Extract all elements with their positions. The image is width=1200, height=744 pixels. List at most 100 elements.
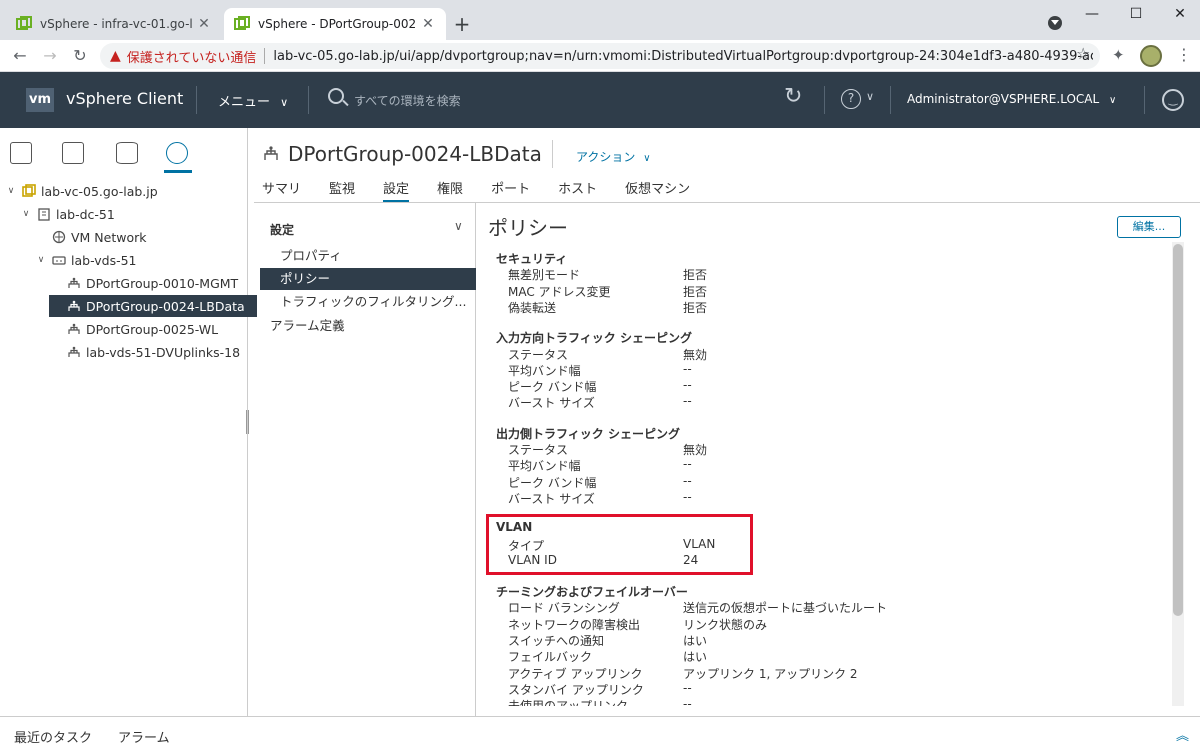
settings-item-properties[interactable]: プロパティ [260,245,476,267]
policy-property-value: 拒否 [683,268,708,283]
object-tab[interactable]: サマリ [262,178,301,202]
policy-property-value: -- [683,697,692,706]
browser-menu-icon[interactable]: ⋮ [1176,45,1192,64]
browser-tab-dportgroup[interactable]: vSphere - DPortGroup-0024-LBD ✕ [224,8,446,40]
policy-property-label: 無差別モード [508,268,581,283]
vsphere-favicon-icon [16,16,32,30]
help-icon[interactable]: ? [841,89,861,109]
policy-section-title: セキュリティ [496,252,568,266]
settings-item-policies[interactable]: ポリシー [260,268,476,290]
bottom-panel-bar: 最近のタスク アラーム ︽ [0,716,1200,744]
expand-panel-icon[interactable]: ︽ [1176,725,1189,744]
recent-tasks-tab[interactable]: 最近のタスク [14,727,92,744]
tree-node[interactable]: ∨ lab-vc-05.go-lab.jp [4,180,158,202]
datacenter-icon [38,208,50,221]
edit-button[interactable]: 編集... [1117,216,1181,238]
storage-icon[interactable] [116,142,138,164]
close-window-button[interactable]: ✕ [1170,6,1190,22]
selected-tab-indicator [164,170,192,173]
divider [196,86,197,114]
policy-property-label: フェイルバック [508,650,593,665]
policy-property-value: 送信元の仮想ポートに基づいたルート [683,601,888,616]
feedback-smiley-icon[interactable]: ‿ [1162,89,1184,111]
settings-item-traffic-filtering[interactable]: トラフィックのフィルタリング... [260,291,476,313]
back-arrow-icon[interactable]: ← [8,44,32,68]
hosts-clusters-icon[interactable] [10,142,32,164]
object-tab[interactable]: 設定 [383,178,410,203]
policy-property-label: スタンバイ アップリンク [508,682,644,697]
chevron-down-icon: ∨ [643,153,651,164]
policy-property-label: ステータス [508,443,569,457]
close-tab-icon[interactable]: ✕ [420,16,436,32]
tree-twisty-icon[interactable]: ∨ [19,209,33,219]
browser-tab-infra-vc[interactable]: vSphere - infra-vc-01.go-lab.jp - ✕ [6,8,222,40]
tab-search-icon[interactable] [1048,16,1062,30]
alarms-tab[interactable]: アラーム [118,727,170,744]
object-tab[interactable]: 監視 [329,178,355,202]
inventory-navigator: ∨ lab-vc-05.go-lab.jp ∨ lab-dc-51 VM Network… [0,128,257,716]
tree-node[interactable]: lab-vds-51-DVUplinks-18 [49,341,240,363]
portgroup-icon [264,146,278,160]
vm-logo: vm [26,88,54,112]
tree-node[interactable]: DPortGroup-0024-LBData [49,295,257,317]
profile-avatar[interactable] [1140,45,1162,67]
policy-property-value: 無効 [683,347,708,362]
policy-property-label: スイッチへの通知 [508,634,605,648]
divider [824,86,825,114]
policy-property-value: -- [683,378,692,393]
bookmark-star-icon[interactable]: ☆ [1076,44,1090,63]
divider [552,140,553,168]
maximize-button[interactable]: ☐ [1126,6,1146,22]
chevron-down-icon[interactable]: ∨ [454,219,463,233]
settings-item-alarm-definitions[interactable]: アラーム定義 [260,315,476,337]
policy-section-title: チーミングおよびフェイルオーバー [496,585,688,600]
global-search-input[interactable]: すべての環境を検索 [354,92,461,109]
tree-node[interactable]: VM Network [34,226,147,248]
policy-property-label: 平均バンド幅 [508,459,581,474]
not-secure-label[interactable]: 保護されていない通信 [127,47,257,66]
tree-node-label: lab-vc-05.go-lab.jp [41,183,158,199]
tree-node[interactable]: DPortGroup-0010-MGMT [49,272,238,294]
policy-property-label: バースト サイズ [508,491,595,506]
policy-property-label: MAC アドレス変更 [508,284,611,299]
vms-templates-icon[interactable] [62,142,84,164]
networking-icon[interactable] [166,142,188,164]
refresh-icon[interactable]: ↻ [784,84,802,109]
minimize-button[interactable]: — [1082,6,1102,22]
inventory-tree: ∨ lab-vc-05.go-lab.jp ∨ lab-dc-51 VM Network… [0,174,257,360]
policy-property-label: 未使用のアップリンク [508,697,628,706]
object-tab[interactable]: 仮想マシン [625,178,690,202]
reload-icon[interactable]: ↻ [68,44,92,68]
object-title: DPortGroup-0024-LBData [262,142,542,166]
pane-resize-handle[interactable] [246,410,249,434]
extensions-puzzle-icon[interactable]: ✦ [1112,46,1125,64]
tree-node[interactable]: ∨ lab-vds-51 [34,249,137,271]
warning-icon[interactable]: ▲ [110,48,121,64]
tree-node[interactable]: ∨ lab-dc-51 [19,203,115,225]
menu-dropdown[interactable]: メニュー ∨ [218,91,288,110]
settings-group-header[interactable]: 設定 [270,221,294,238]
forward-arrow-icon[interactable]: → [38,44,62,68]
policy-property-value: アップリンク 1, アップリンク 2 [683,666,858,681]
user-menu[interactable]: Administrator@VSPHERE.LOCAL ∨ [907,92,1116,106]
chevron-down-icon[interactable]: ∨ [866,90,874,103]
url-text[interactable]: lab-vc-05.go-lab.jp/ui/app/dvportgroup;n… [273,49,1093,64]
object-tab[interactable]: ポート [491,178,530,202]
url-field[interactable]: ▲ 保護されていない通信 lab-vc-05.go-lab.jp/ui/app/… [100,43,1100,69]
close-tab-icon[interactable]: ✕ [196,16,212,32]
policies-title: ポリシー [488,216,568,240]
new-tab-button[interactable]: + [452,12,472,36]
tree-twisty-icon[interactable]: ∨ [4,186,18,196]
app-title[interactable]: vSphere Client [66,89,183,108]
policy-property-value: -- [683,361,692,376]
object-tabs: サマリ 監視 設定 権限 ポート ホスト 仮想マシン [262,178,718,203]
tree-node[interactable]: DPortGroup-0025-WL [49,318,218,340]
scrollbar-thumb[interactable] [1173,244,1183,616]
address-bar: ← → ↻ ▲ 保護されていない通信 lab-vc-05.go-lab.jp/u… [0,40,1200,72]
tree-twisty-icon[interactable]: ∨ [34,255,48,265]
search-icon[interactable] [328,88,344,104]
policy-property-value: はい [683,634,708,648]
object-tab[interactable]: ホスト [558,178,597,202]
actions-dropdown[interactable]: アクション ∨ [576,148,651,165]
object-tab[interactable]: 権限 [437,178,463,202]
